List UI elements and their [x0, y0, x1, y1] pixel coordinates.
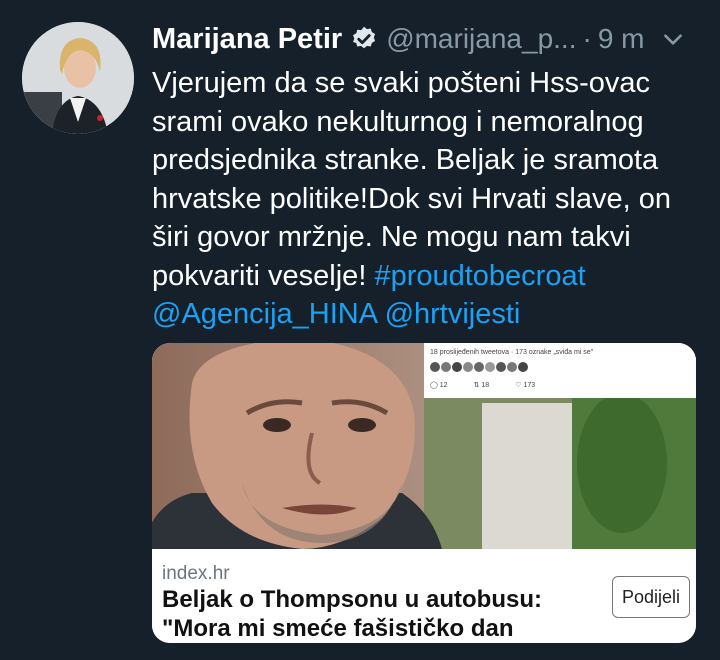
mini-retweet-icon: ⇅ 18 [473, 382, 490, 389]
mini-reply-icon: ◯ 12 [430, 382, 448, 389]
mini-like-icon: ♡ 173 [515, 382, 536, 389]
mini-like-count: 173 [523, 382, 536, 389]
share-button[interactable]: Podijeli [612, 576, 690, 618]
mini-avatars [430, 362, 528, 372]
tweet-header: Marijana Petir @marijana_p... · 9 m [152, 22, 700, 56]
chevron-down-icon[interactable] [660, 26, 686, 52]
author-handle[interactable]: @marijana_p... [386, 23, 576, 55]
mini-retweet-count: 18 [481, 382, 490, 389]
card-headline[interactable]: Beljak o Thompsonu u autobusu: "Mora mi … [162, 585, 612, 643]
mini-actions: ◯ 12 ⇅ 18 ♡ 173 [430, 381, 535, 389]
mention-link-hrtvijesti[interactable]: @hrtvijesti [385, 298, 521, 330]
mention-link-hina[interactable]: @Agencija_HINA [152, 298, 377, 330]
tweet-text: Vjerujem da se svaki pošteni Hss-ovac sr… [152, 64, 692, 334]
tweet-body: Vjerujem da se svaki pošteni Hss-ovac sr… [152, 67, 671, 292]
hashtag-link[interactable]: #proudtobecroat [374, 260, 585, 292]
embedded-tweet-preview: 18 proslijeđenih tweetova · 173 oznake „… [424, 343, 696, 398]
author-name[interactable]: Marijana Petir [152, 23, 342, 56]
author-avatar[interactable] [22, 22, 134, 134]
tweet-time[interactable]: 9 m [598, 23, 645, 55]
separator-dot: · [582, 23, 592, 54]
mini-counts: 18 proslijeđenih tweetova · 173 oznake „… [430, 349, 594, 356]
mini-reply-count: 12 [439, 382, 448, 389]
link-card[interactable]: 18 proslijeđenih tweetova · 173 oznake „… [152, 343, 696, 643]
card-domain: index.hr [162, 563, 230, 584]
card-footer[interactable]: index.hr Beljak o Thompsonu u autobusu: … [152, 549, 696, 643]
verified-badge-icon [353, 26, 376, 49]
